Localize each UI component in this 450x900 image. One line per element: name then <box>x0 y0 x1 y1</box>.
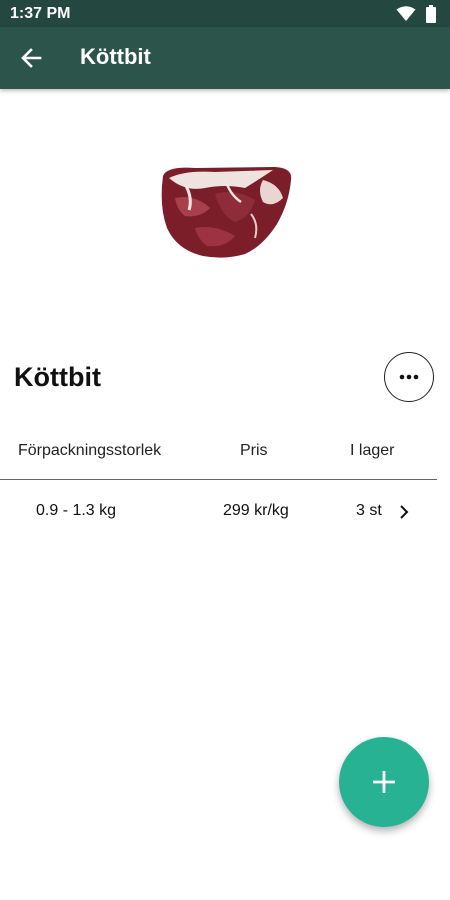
status-bar: 1:37 PM <box>0 0 450 27</box>
table-row[interactable]: 0.9 - 1.3 kg 299 kr/kg 3 st <box>0 480 450 542</box>
back-button[interactable] <box>18 44 46 72</box>
more-options-button[interactable] <box>384 352 434 402</box>
row-stock: 3 st <box>356 502 382 519</box>
status-icons <box>396 5 436 23</box>
row-package-size: 0.9 - 1.3 kg <box>36 502 117 519</box>
product-title: Köttbit <box>14 362 101 392</box>
meat-piece-image <box>161 167 292 258</box>
column-header-price: Pris <box>240 442 268 459</box>
plus-icon <box>373 771 395 793</box>
more-horizontal-icon <box>399 374 419 380</box>
add-button[interactable] <box>339 737 429 827</box>
arrow-left-icon <box>21 48 42 68</box>
column-header-package-size: Förpackningsstorlek <box>18 442 162 459</box>
column-header-stock: I lager <box>350 442 395 459</box>
app-title: Köttbit <box>80 44 151 69</box>
wifi-icon <box>396 6 416 21</box>
chevron-right-icon <box>400 505 409 519</box>
row-price: 299 kr/kg <box>223 502 289 519</box>
status-time: 1:37 PM <box>10 5 71 22</box>
app-bar: Köttbit <box>0 27 450 89</box>
battery-icon <box>426 5 436 23</box>
